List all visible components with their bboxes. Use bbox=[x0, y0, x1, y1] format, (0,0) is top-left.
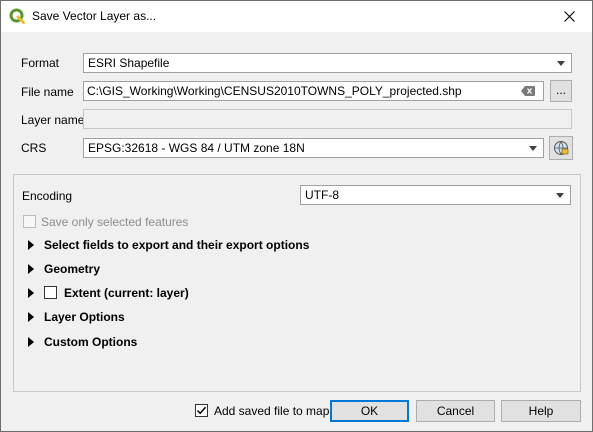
expand-arrow-icon[interactable] bbox=[28, 337, 34, 347]
encoding-select[interactable]: UTF-8 bbox=[300, 185, 571, 205]
expand-arrow-icon[interactable] bbox=[28, 312, 34, 322]
close-icon bbox=[563, 11, 575, 22]
add-to-map-label: Add saved file to map bbox=[214, 404, 330, 418]
crs-label: CRS bbox=[21, 141, 47, 155]
layername-label: Layer name bbox=[21, 113, 85, 127]
cancel-button[interactable]: Cancel bbox=[416, 400, 495, 422]
chevron-down-icon bbox=[557, 61, 565, 66]
crs-select[interactable]: EPSG:32618 - WGS 84 / UTM zone 18N bbox=[83, 138, 544, 158]
title-bar: Save Vector Layer as... bbox=[1, 1, 592, 32]
section-label: Select fields to export and their export… bbox=[44, 238, 310, 252]
clear-text-icon[interactable] bbox=[521, 86, 535, 96]
browse-button[interactable]: ... bbox=[550, 80, 572, 102]
close-button[interactable] bbox=[546, 1, 592, 32]
format-select[interactable]: ESRI Shapefile bbox=[83, 53, 572, 73]
chevron-down-icon bbox=[529, 146, 537, 151]
filename-label: File name bbox=[21, 85, 74, 99]
filename-value: C:\GIS_Working\Working\CENSUS2010TOWNS_P… bbox=[87, 84, 462, 98]
layername-input bbox=[83, 109, 572, 129]
expand-arrow-icon[interactable] bbox=[28, 240, 34, 250]
encoding-label: Encoding bbox=[22, 189, 73, 203]
format-label: Format bbox=[21, 56, 60, 70]
help-button[interactable]: Help bbox=[501, 400, 581, 422]
qgis-logo-icon bbox=[9, 8, 25, 24]
expand-arrow-icon[interactable] bbox=[28, 288, 34, 298]
section-label: Extent (current: layer) bbox=[64, 286, 189, 300]
selected-only-label: Save only selected features bbox=[41, 215, 189, 229]
ok-button[interactable]: OK bbox=[330, 400, 409, 422]
selected-only-checkbox bbox=[23, 215, 36, 228]
section-label: Custom Options bbox=[44, 335, 138, 349]
filename-input[interactable]: C:\GIS_Working\Working\CENSUS2010TOWNS_P… bbox=[83, 81, 544, 101]
section-label: Geometry bbox=[44, 262, 101, 276]
options-group bbox=[13, 174, 581, 392]
format-value: ESRI Shapefile bbox=[88, 56, 170, 70]
crs-value: EPSG:32618 - WGS 84 / UTM zone 18N bbox=[88, 141, 305, 155]
globe-icon bbox=[554, 141, 569, 155]
add-to-map-checkbox[interactable] bbox=[195, 404, 208, 417]
encoding-value: UTF-8 bbox=[305, 188, 339, 202]
extent-checkbox[interactable] bbox=[44, 286, 57, 299]
expand-arrow-icon[interactable] bbox=[28, 264, 34, 274]
crs-selector-button[interactable] bbox=[549, 136, 573, 160]
window-title: Save Vector Layer as... bbox=[32, 9, 157, 23]
chevron-down-icon bbox=[556, 193, 564, 198]
section-label: Layer Options bbox=[44, 310, 125, 324]
checkmark-icon bbox=[196, 406, 207, 415]
save-vector-layer-dialog: Save Vector Layer as... Format ESRI Shap… bbox=[0, 0, 593, 432]
